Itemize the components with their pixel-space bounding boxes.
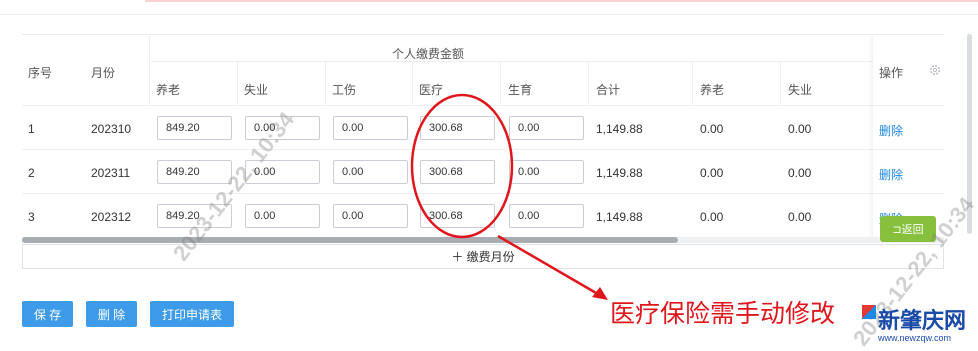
injury-input[interactable]: 0.00 [333,160,408,184]
horizontal-scrollbar-thumb[interactable] [22,237,678,243]
header-pension-2: 养老 [700,83,725,97]
arrow-head [592,287,608,300]
column-divider [780,61,781,105]
row-divider [873,105,944,106]
contribution-table: 个人缴费金额 序号 月份 养老 失业 工伤 医疗 生育 合计 养老 失业 1 2… [22,34,944,243]
maternity-input[interactable]: 0.00 [509,116,584,140]
row-month: 202310 [91,122,132,136]
site-url: www.newzqw.com [878,333,952,343]
column-divider [588,61,589,105]
row-total: 1,149.88 [596,210,643,224]
header-divider [149,61,873,62]
group-header: 个人缴费金额 [392,47,465,61]
print-application-button[interactable]: 打印申请表 [150,301,234,327]
row-divider [873,193,944,194]
save-button[interactable]: 保 存 [22,301,73,327]
row-total: 1,149.88 [596,166,643,180]
site-logo: 新肇庆网 [878,309,967,334]
column-divider [500,61,501,105]
unemployment-input[interactable]: 0.00 [245,204,320,228]
add-month-button[interactable]: ＋ 缴费月份 [22,244,944,269]
row-month: 202311 [91,166,131,180]
column-divider [237,61,238,105]
row-seq: 1 [28,122,35,136]
row-divider [22,193,944,194]
delete-row-link[interactable]: 删除 [879,166,903,183]
row-seq: 3 [28,210,35,224]
row-unemployment-2: 0.00 [788,166,812,180]
annotation-text: 医疗保险需手动修改 [610,299,836,328]
header-month: 月份 [91,66,116,80]
header-pension: 养老 [156,83,181,97]
gear-icon[interactable] [929,64,941,76]
header-injury: 工伤 [332,83,357,97]
medical-input[interactable]: 300.68 [420,160,495,184]
section-divider [0,14,978,15]
pension-input[interactable]: 849.20 [157,116,232,140]
row-unemployment-2: 0.00 [788,122,812,136]
header-unemployment: 失业 [244,83,269,97]
injury-input[interactable]: 0.00 [333,116,408,140]
row-unemployment-2: 0.00 [788,210,812,224]
column-divider [325,61,326,105]
maternity-input[interactable]: 0.00 [509,160,584,184]
medical-input[interactable]: 300.68 [420,204,495,228]
delete-row-link[interactable]: 删除 [879,122,903,139]
row-divider [22,149,944,150]
row-divider [873,149,944,150]
row-pension-2: 0.00 [700,210,724,224]
column-divider [412,61,413,105]
injury-input[interactable]: 0.00 [333,204,408,228]
top-divider [145,0,978,2]
column-divider [149,35,150,105]
header-total: 合计 [596,83,621,97]
row-total: 1,149.88 [596,122,643,136]
row-month: 202312 [91,210,132,224]
header-unemployment-2: 失业 [788,83,813,97]
column-divider [692,61,693,105]
header-seq: 序号 [28,66,53,80]
maternity-input[interactable]: 0.00 [509,204,584,228]
row-pension-2: 0.00 [700,122,724,136]
row-pension-2: 0.00 [700,166,724,180]
row-divider [22,105,944,106]
site-logo-icon [862,305,876,319]
medical-input[interactable]: 300.68 [420,116,495,140]
delete-button[interactable]: 删 除 [86,301,137,327]
header-medical: 医疗 [419,83,444,97]
header-action: 操作 [879,66,904,80]
row-seq: 2 [28,166,35,180]
header-maternity: 生育 [508,83,533,97]
